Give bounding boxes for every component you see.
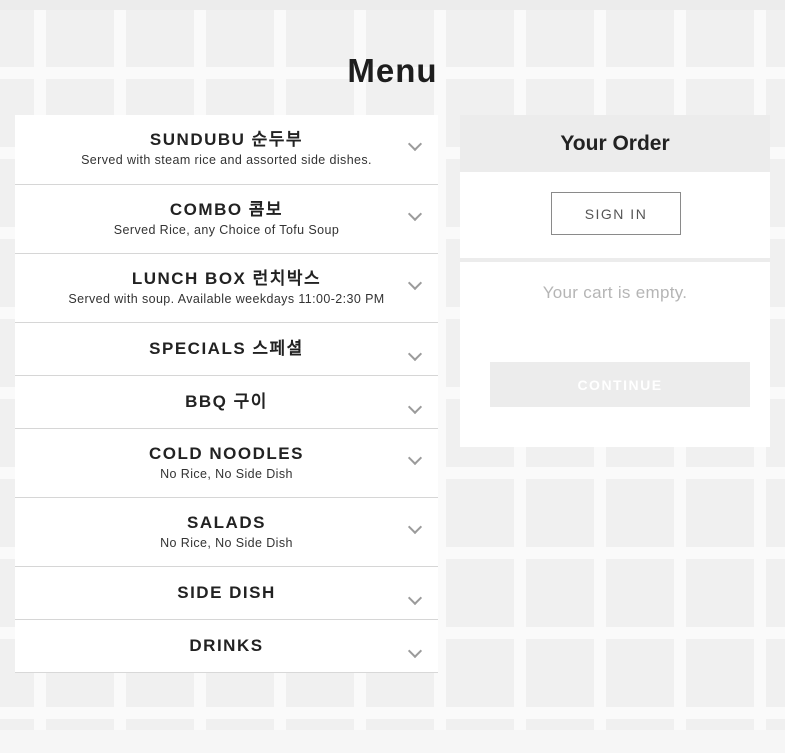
bottom-bar — [0, 730, 785, 753]
category-name: SIDE DISH — [177, 583, 276, 602]
category-sundubu[interactable]: SUNDUBU 순두부 Served with steam rice and a… — [15, 115, 438, 184]
category-name: SUNDUBU 순두부 — [149, 130, 304, 149]
category-specials[interactable]: SPECIALS 스페셜 — [15, 322, 438, 375]
cart-empty-message: Your cart is empty. — [542, 283, 688, 302]
category-description: No Rice, No Side Dish — [160, 467, 293, 481]
category-side-dish[interactable]: SIDE DISH — [15, 566, 438, 619]
category-description: No Rice, No Side Dish — [160, 536, 293, 550]
order-panel: Your Order SIGN IN Your cart is empty. C… — [460, 115, 770, 447]
sign-in-section: SIGN IN — [460, 172, 770, 262]
menu-category-list: SUNDUBU 순두부 Served with steam rice and a… — [15, 115, 438, 673]
category-name: COMBO 콤보 — [169, 200, 284, 219]
category-name: SALADS — [187, 513, 266, 532]
page-title: Menu — [347, 52, 438, 89]
category-drinks[interactable]: DRINKS — [15, 619, 438, 672]
order-title: Your Order — [460, 115, 770, 172]
category-name: SPECIALS 스페셜 — [149, 339, 304, 358]
category-name: LUNCH BOX 런치박스 — [131, 269, 322, 288]
category-bbq[interactable]: BBQ 구이 — [15, 375, 438, 428]
category-cold-noodles[interactable]: COLD NOODLES No Rice, No Side Dish — [15, 428, 438, 497]
category-name: COLD NOODLES — [149, 444, 304, 463]
continue-button[interactable]: CONTINUE — [490, 362, 750, 407]
category-name: BBQ 구이 — [185, 392, 268, 411]
category-salads[interactable]: SALADS No Rice, No Side Dish — [15, 497, 438, 566]
category-lunch-box[interactable]: LUNCH BOX 런치박스 Served with soup. Availab… — [15, 253, 438, 322]
category-name: DRINKS — [189, 636, 264, 655]
category-description: Served with soup. Available weekdays 11:… — [68, 292, 385, 306]
category-combo[interactable]: COMBO 콤보 Served Rice, any Choice of Tofu… — [15, 184, 438, 253]
sign-in-button[interactable]: SIGN IN — [551, 192, 681, 235]
category-description: Served Rice, any Choice of Tofu Soup — [113, 223, 340, 237]
top-bar — [0, 0, 785, 10]
category-description: Served with steam rice and assorted side… — [81, 153, 372, 167]
